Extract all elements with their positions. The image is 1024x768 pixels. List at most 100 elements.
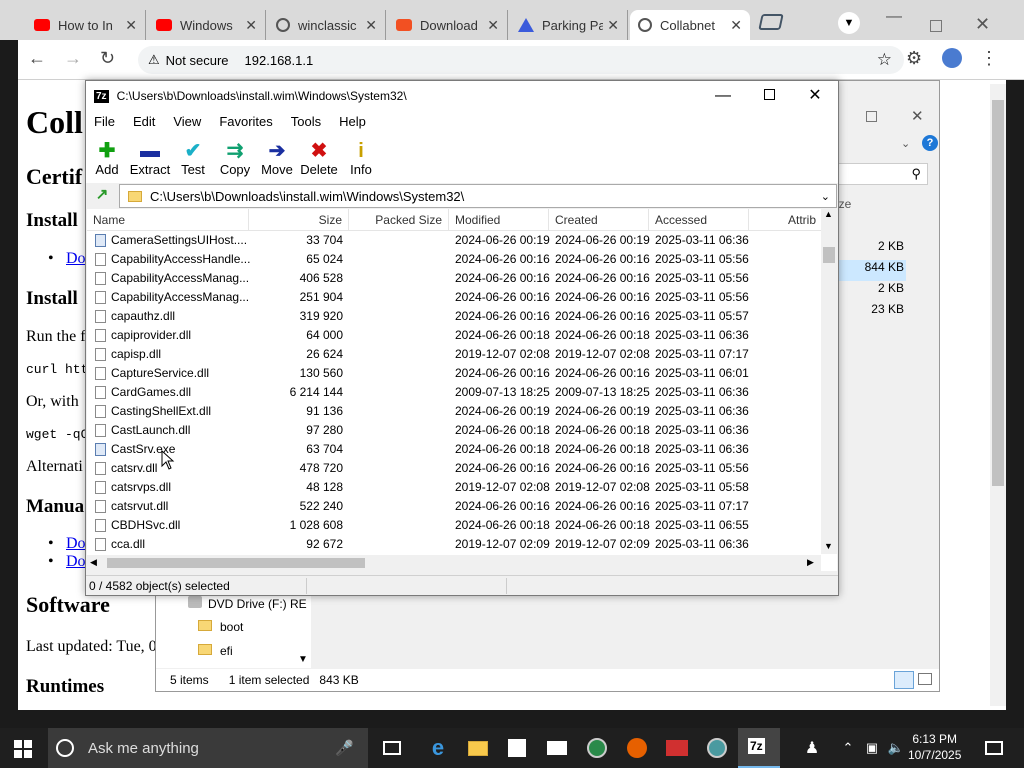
7zip-taskbar-button[interactable]: 7z — [738, 728, 780, 768]
profile-avatar-icon[interactable] — [942, 48, 962, 68]
file-row[interactable]: cca.dll 92 672 2019-12-07 02:09 2019-12-07 … — [87, 535, 822, 554]
7zip-close-button[interactable]: ✕ — [792, 81, 838, 111]
close-tab-icon[interactable]: ✕ — [365, 17, 377, 34]
browser-menu-icon[interactable]: ⋮ — [980, 48, 998, 69]
path-combobox[interactable]: C:\Users\b\Downloads\install.wim\Windows… — [119, 184, 837, 208]
close-tab-icon[interactable]: ✕ — [487, 17, 499, 34]
reload-button[interactable]: ↻ — [100, 48, 115, 69]
show-hidden-icons-chevron-icon[interactable]: ⌃ — [836, 736, 860, 760]
taskbar-clock[interactable]: 6:13 PM 10/7/2025 — [908, 731, 961, 763]
mail-icon[interactable] — [545, 736, 569, 760]
menu-file[interactable]: File — [94, 114, 115, 129]
browser-tab[interactable]: How to In ✕ — [26, 10, 146, 40]
bookmark-star-icon[interactable]: ☆ — [877, 50, 892, 70]
help-icon[interactable]: ? — [922, 135, 938, 151]
taskbar-search-box[interactable]: Ask me anything 🎤 — [48, 728, 368, 768]
col-created[interactable]: Created — [549, 209, 649, 231]
file-row[interactable]: CapabilityAccessManag... 406 528 2024-06-2… — [87, 269, 822, 288]
toolbar-info-button[interactable]: i Info — [340, 131, 382, 183]
firefox-icon[interactable] — [625, 736, 649, 760]
close-tab-icon[interactable]: ✕ — [125, 17, 137, 34]
tree-item-efi[interactable]: efi — [198, 644, 233, 658]
path-dropdown-chevron-icon[interactable]: ⌄ — [821, 190, 830, 203]
menu-tools[interactable]: Tools — [291, 114, 321, 129]
address-bar[interactable]: ⚠ Not secure 192.168.1.1 ☆ — [138, 46, 904, 74]
tab-search-chevron-icon[interactable]: ▼ — [838, 12, 860, 34]
col-size[interactable]: Size — [249, 209, 349, 231]
up-folder-icon[interactable]: ↗ — [93, 186, 111, 204]
notification-center-icon[interactable] — [982, 736, 1006, 760]
task-view-icon[interactable] — [380, 736, 404, 760]
large-icons-view-icon[interactable] — [918, 673, 932, 685]
download-link[interactable]: Do — [66, 250, 86, 268]
file-row[interactable]: CapabilityAccessManag... 251 904 2024-06-2… — [87, 288, 822, 307]
browser-tab[interactable]: winclassic ✕ — [268, 10, 386, 40]
scroll-down-icon[interactable]: ▼ — [824, 541, 833, 551]
file-row[interactable]: CameraSettingsUIHost.... 33 704 2024-06-26… — [87, 231, 822, 250]
scroll-left-icon[interactable]: ◀ — [90, 557, 97, 568]
download-link-3[interactable]: Do — [66, 553, 86, 571]
back-button[interactable]: ← — [28, 48, 46, 69]
toolbar-test-button[interactable]: ✔ Test — [172, 131, 214, 183]
toolbar-copy-button[interactable]: ⇉ Copy — [214, 131, 256, 183]
volume-muted-icon[interactable]: 🔈 — [884, 736, 908, 760]
browser-app-icon[interactable] — [705, 736, 729, 760]
tree-scroll-down-icon[interactable]: ▼ — [298, 654, 308, 665]
col-name[interactable]: Name — [87, 209, 249, 231]
7zip-maximize-button[interactable] — [746, 81, 792, 111]
close-tab-icon[interactable]: ✕ — [607, 17, 619, 34]
close-browser-button[interactable]: ✕ — [975, 14, 990, 35]
file-row[interactable]: catsrvps.dll 48 128 2019-12-07 02:08 2019-1… — [87, 478, 822, 497]
tree-item-boot[interactable]: boot — [198, 620, 243, 634]
windows-start-icon[interactable] — [14, 740, 32, 758]
explorer-search-box[interactable]: ⚲ — [836, 163, 928, 185]
7zip-title-bar[interactable]: 7z C:\Users\b\Downloads\install.wim\Wind… — [86, 81, 838, 111]
download-link-2[interactable]: Do — [66, 535, 86, 553]
microphone-icon[interactable]: 🎤 — [335, 739, 354, 757]
7zip-minimize-button[interactable]: — — [700, 81, 746, 111]
col-accessed[interactable]: Accessed — [649, 209, 749, 231]
tree-item-dvd-drive[interactable]: DVD Drive (F:) RE — [188, 596, 307, 611]
new-tab-button[interactable] — [758, 14, 784, 30]
forward-button[interactable]: → — [64, 48, 82, 69]
explorer-close-button[interactable]: ✕ — [911, 107, 924, 125]
file-row[interactable]: capisp.dll 26 624 2019-12-07 02:08 2019-12-… — [87, 345, 822, 364]
file-row[interactable]: CapabilityAccessHandle... 65 024 2024-06-2… — [87, 250, 822, 269]
edge-browser-icon[interactable]: e — [426, 735, 450, 760]
toolbar-extract-button[interactable]: ▬ Extract — [128, 131, 172, 183]
file-row[interactable]: capiprovider.dll 64 000 2024-06-26 00:18 20… — [87, 326, 822, 345]
vertical-scroll-thumb[interactable] — [823, 247, 835, 263]
horizontal-scrollbar[interactable]: ◀ ▶ — [87, 555, 821, 571]
file-row[interactable]: CastingShellExt.dll 91 136 2024-06-26 00:1… — [87, 402, 822, 421]
ribbon-expand-chevron-icon[interactable]: ⌄ — [901, 137, 910, 150]
horizontal-scroll-thumb[interactable] — [107, 558, 365, 568]
toolbar-add-button[interactable]: ✚ Add — [86, 131, 128, 183]
menu-favorites[interactable]: Favorites — [219, 114, 272, 129]
globe-app-icon[interactable] — [585, 736, 609, 760]
menu-help[interactable]: Help — [339, 114, 366, 129]
file-row[interactable]: CardGames.dll 6 214 144 2009-07-13 18:25 20… — [87, 383, 822, 402]
toolbar-delete-button[interactable]: ✖ Delete — [298, 131, 340, 183]
maximize-browser-button[interactable] — [930, 20, 942, 32]
col-modified[interactable]: Modified — [449, 209, 549, 231]
minimize-browser-button[interactable]: — — [886, 8, 902, 26]
scroll-right-icon[interactable]: ▶ — [807, 557, 814, 568]
network-icon[interactable]: ▣ — [860, 736, 884, 760]
browser-tab[interactable]: Download ✕ — [388, 10, 508, 40]
scroll-up-icon[interactable]: ▲ — [824, 209, 833, 219]
col-packed-size[interactable]: Packed Size — [349, 209, 449, 231]
vertical-scrollbar[interactable]: ▲ ▼ — [821, 209, 837, 554]
file-explorer-icon[interactable] — [466, 736, 490, 760]
explorer-maximize-button[interactable] — [866, 111, 877, 122]
page-scrollbar-thumb[interactable] — [992, 100, 1004, 486]
menu-edit[interactable]: Edit — [133, 114, 155, 129]
toolbar-move-button[interactable]: ➔ Move — [256, 131, 298, 183]
file-row[interactable]: CastSrv.exe 63 704 2024-06-26 00:18 2024-06… — [87, 440, 822, 459]
close-tab-icon[interactable]: ✕ — [730, 17, 742, 34]
details-view-icon[interactable] — [894, 671, 914, 689]
menu-view[interactable]: View — [173, 114, 201, 129]
col-attrib[interactable]: Attrib — [749, 209, 822, 231]
close-tab-icon[interactable]: ✕ — [245, 17, 257, 34]
labs-flask-icon[interactable]: ⚙ — [906, 48, 922, 69]
file-row[interactable]: CaptureService.dll 130 560 2024-06-26 00:1… — [87, 364, 822, 383]
